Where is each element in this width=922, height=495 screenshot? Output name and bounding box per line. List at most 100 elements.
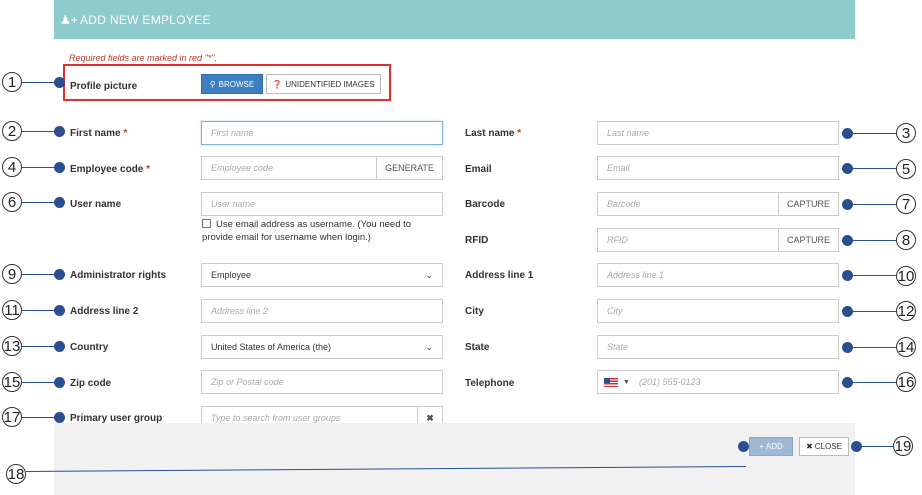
- telephone-placeholder: (201) 555-0123: [638, 377, 701, 387]
- employee-code-input[interactable]: Employee code: [201, 156, 377, 180]
- callout-dot: [54, 126, 65, 137]
- callout-line: [848, 311, 898, 312]
- search-icon: ⚲: [209, 79, 216, 89]
- callout-number: 11: [2, 300, 22, 320]
- callout-number: 9: [2, 264, 22, 284]
- administrator-rights-label: Administrator rights: [70, 270, 167, 281]
- barcode-input[interactable]: Barcode: [597, 192, 779, 216]
- callout-number: 19: [893, 436, 913, 456]
- dialog-title: ADD NEW EMPLOYEE: [80, 13, 211, 27]
- callout-line: [22, 417, 58, 418]
- callout-line: [22, 202, 58, 203]
- callout-line: [22, 310, 58, 311]
- country-select[interactable]: United States of America (the) ⌄: [201, 335, 443, 359]
- dialog-footer: [54, 423, 855, 495]
- callout-line: [848, 347, 898, 348]
- callout-line: [848, 168, 898, 169]
- administrator-rights-value: Employee: [211, 270, 252, 280]
- barcode-capture-button[interactable]: CAPTURE: [778, 192, 839, 216]
- callout-dot: [54, 305, 65, 316]
- callout-line: [22, 131, 58, 132]
- zip-code-input[interactable]: Zip or Postal code: [201, 370, 443, 394]
- callout-dot: [54, 162, 65, 173]
- add-button-label: ADD: [765, 442, 783, 451]
- callout-line: [22, 346, 58, 347]
- callout-dot: [54, 377, 65, 388]
- first-name-input[interactable]: First name: [201, 121, 443, 145]
- first-name-label-text: First name: [70, 128, 121, 139]
- callout-number: 5: [896, 159, 916, 179]
- use-email-checkbox-label: Use email address as username. (You need…: [202, 219, 412, 243]
- email-input[interactable]: Email: [597, 156, 839, 180]
- callout-number: 18: [6, 464, 26, 484]
- last-name-label-text: Last name: [465, 128, 515, 139]
- unidentified-images-button[interactable]: ❓ UNIDENTIFIED IMAGES: [266, 74, 381, 94]
- generate-button[interactable]: GENERATE: [376, 156, 443, 180]
- callout-number: 17: [2, 407, 22, 427]
- telephone-input[interactable]: ▼ (201) 555-0123: [597, 370, 839, 394]
- barcode-label: Barcode: [465, 199, 506, 210]
- callout-number: 3: [896, 123, 916, 143]
- unidentified-images-label: UNIDENTIFIED IMAGES: [285, 79, 375, 89]
- callout-line: [848, 275, 898, 276]
- callout-dot: [54, 412, 65, 423]
- address-line-2-label: Address line 2: [70, 306, 139, 317]
- callout-line: [848, 204, 898, 205]
- user-name-input[interactable]: User name: [201, 192, 443, 216]
- profile-picture-label: Profile picture: [70, 81, 138, 92]
- rfid-input[interactable]: RFID: [597, 228, 779, 252]
- country-code-dropdown-icon[interactable]: ▼: [623, 379, 630, 386]
- callout-number: 1: [2, 72, 22, 92]
- callout-number: 10: [896, 266, 916, 286]
- callout-dot: [54, 269, 65, 280]
- email-label: Email: [465, 164, 492, 175]
- required-star: *: [123, 128, 128, 139]
- rfid-capture-button[interactable]: CAPTURE: [778, 228, 839, 252]
- chevron-down-icon: ⌄: [425, 269, 433, 280]
- address-line-1-input[interactable]: Address line 1: [597, 263, 839, 287]
- administrator-rights-select[interactable]: Employee ⌄: [201, 263, 443, 287]
- city-label: City: [465, 306, 484, 317]
- state-input[interactable]: State: [597, 335, 839, 359]
- question-circle-icon: ❓: [272, 79, 283, 89]
- callout-number: 4: [2, 157, 22, 177]
- user-name-label: User name: [70, 199, 122, 210]
- add-button[interactable]: + ADD: [749, 437, 793, 456]
- telephone-label: Telephone: [465, 378, 515, 389]
- address-line-1-label: Address line 1: [465, 270, 534, 281]
- browse-button[interactable]: ⚲ BROWSE: [201, 74, 263, 94]
- city-input[interactable]: City: [597, 299, 839, 323]
- employee-code-label-text: Employee code: [70, 164, 144, 175]
- chevron-down-icon: ⌄: [425, 341, 433, 352]
- callout-number: 13: [2, 336, 22, 356]
- required-star: *: [517, 128, 522, 139]
- callout-line: [22, 82, 58, 83]
- address-line-2-input[interactable]: Address line 2: [201, 299, 443, 323]
- first-name-label: First name *: [70, 128, 127, 139]
- us-flag-icon[interactable]: [604, 377, 618, 387]
- callout-line: [22, 382, 58, 383]
- callout-line: [857, 446, 893, 447]
- callout-dot: [738, 441, 749, 452]
- close-icon: ✖: [806, 442, 813, 451]
- callout-dot: [54, 77, 65, 88]
- user-plus-icon: ♟+: [60, 13, 78, 27]
- callout-number: 14: [896, 337, 916, 357]
- browse-button-label: BROWSE: [218, 79, 255, 89]
- callout-line: [848, 133, 898, 134]
- callout-number: 12: [896, 301, 916, 321]
- close-button-label: CLOSE: [814, 442, 842, 451]
- callout-number: 7: [896, 194, 916, 214]
- callout-dot: [54, 197, 65, 208]
- last-name-label: Last name *: [465, 128, 521, 139]
- callout-number: 8: [896, 230, 916, 250]
- required-star: *: [146, 164, 151, 175]
- callout-dot: [54, 341, 65, 352]
- callout-number: 15: [2, 372, 22, 392]
- callout-number: 6: [2, 192, 22, 212]
- country-value: United States of America (the): [211, 342, 332, 352]
- employee-code-label: Employee code *: [70, 164, 150, 175]
- close-button[interactable]: ✖ CLOSE: [799, 437, 849, 456]
- last-name-input[interactable]: Last name: [597, 121, 839, 145]
- callout-line: [22, 274, 58, 275]
